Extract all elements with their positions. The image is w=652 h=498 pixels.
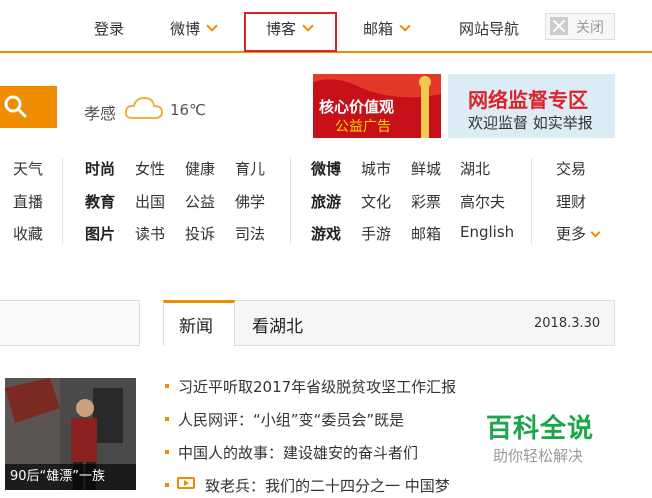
channel-study-abroad[interactable]: 出国 bbox=[135, 191, 165, 212]
chevron-down-icon bbox=[590, 227, 601, 238]
watermark-subtitle: 助你轻松解决 bbox=[493, 447, 584, 465]
channel-lottery[interactable]: 彩票 bbox=[411, 191, 441, 212]
highlight-box bbox=[244, 12, 337, 52]
login-link[interactable]: 登录 bbox=[94, 18, 124, 39]
weather-city[interactable]: 孝感 bbox=[84, 100, 116, 124]
chevron-down-icon bbox=[206, 20, 218, 32]
more-menu[interactable]: 更多 bbox=[556, 223, 601, 244]
channel-golf[interactable]: 高尔夫 bbox=[460, 191, 505, 212]
channel-favorites[interactable]: 收藏 bbox=[13, 223, 43, 244]
close-label: 关闭 bbox=[576, 20, 604, 36]
banner2-title: 网络监督专区 bbox=[468, 88, 588, 112]
channel-charity[interactable]: 公益 bbox=[185, 191, 215, 212]
video-icon bbox=[177, 477, 195, 489]
channel-trading[interactable]: 交易 bbox=[556, 158, 586, 179]
channel-fashion[interactable]: 时尚 bbox=[85, 158, 115, 179]
news-item[interactable]: 习近平听取2017年省级脱贫攻坚工作汇报 bbox=[178, 376, 456, 397]
channel-weibo[interactable]: 微博 bbox=[311, 158, 341, 179]
channel-complaints[interactable]: 投诉 bbox=[185, 223, 215, 244]
channel-mobile-games[interactable]: 手游 bbox=[361, 223, 391, 244]
tab-news[interactable]: 新闻 bbox=[179, 312, 213, 337]
channel-finance[interactable]: 理财 bbox=[556, 191, 586, 212]
left-panel-header bbox=[0, 300, 140, 346]
channel-education[interactable]: 教育 bbox=[85, 191, 115, 212]
column-divider bbox=[62, 158, 63, 244]
close-button[interactable]: 关闭 bbox=[545, 13, 615, 40]
watermark-title: 百科全说 bbox=[486, 414, 595, 444]
channel-live[interactable]: 直播 bbox=[13, 191, 43, 212]
tab-hubei[interactable]: 看湖北 bbox=[252, 312, 303, 337]
news-item[interactable]: 致老兵：我们的二十四分之一 中国梦 bbox=[205, 475, 450, 496]
mail-label: 邮箱 bbox=[363, 20, 394, 38]
weibo-menu[interactable]: 微博 bbox=[170, 18, 218, 39]
channel-weather[interactable]: 天气 bbox=[13, 158, 43, 179]
channel-reading[interactable]: 读书 bbox=[135, 223, 165, 244]
more-label: 更多 bbox=[556, 225, 587, 243]
close-icon bbox=[550, 17, 568, 35]
cloud-icon bbox=[124, 96, 164, 119]
search-button[interactable] bbox=[0, 86, 57, 128]
news-photo[interactable]: 90后“雄漂”一族 bbox=[5, 378, 136, 490]
bullet-icon bbox=[165, 417, 169, 421]
weibo-label: 微博 bbox=[170, 20, 201, 38]
weather-temperature: 16℃ bbox=[170, 101, 206, 119]
search-icon bbox=[4, 95, 27, 118]
bullet-icon bbox=[165, 483, 169, 487]
banner1-title: 核心价值观 bbox=[319, 98, 395, 116]
banner1-subtitle: 公益广告 bbox=[335, 119, 391, 135]
channel-travel[interactable]: 旅游 bbox=[311, 191, 341, 212]
photo-caption[interactable]: 90后“雄漂”一族 bbox=[5, 464, 136, 490]
chevron-down-icon bbox=[399, 20, 411, 32]
channel-culture[interactable]: 文化 bbox=[361, 191, 391, 212]
channel-justice[interactable]: 司法 bbox=[235, 223, 265, 244]
core-values-banner[interactable]: 核心价值观 公益广告 bbox=[313, 74, 441, 138]
channel-buddhism[interactable]: 佛学 bbox=[235, 191, 265, 212]
news-item[interactable]: 人民网评：“小组”变“委员会”既是 bbox=[178, 409, 404, 430]
column-divider bbox=[290, 158, 291, 244]
site-nav-link[interactable]: 网站导航 bbox=[459, 18, 519, 39]
supervision-banner[interactable]: 网络监督专区 欢迎监督 如实举报 bbox=[448, 74, 615, 138]
column-divider bbox=[531, 158, 532, 244]
channel-women[interactable]: 女性 bbox=[135, 158, 165, 179]
mail-menu[interactable]: 邮箱 bbox=[363, 18, 411, 39]
channel-city[interactable]: 城市 bbox=[361, 158, 391, 179]
channel-games[interactable]: 游戏 bbox=[311, 223, 341, 244]
channel-hubei[interactable]: 湖北 bbox=[460, 158, 490, 179]
channel-health[interactable]: 健康 bbox=[185, 158, 215, 179]
bullet-icon bbox=[165, 384, 169, 388]
channel-photos[interactable]: 图片 bbox=[85, 223, 115, 244]
news-date: 2018.3.30 bbox=[534, 316, 601, 331]
channel-mail[interactable]: 邮箱 bbox=[411, 223, 441, 244]
channel-fresh-city[interactable]: 鲜城 bbox=[411, 158, 441, 179]
banner2-subtitle: 欢迎监督 如实举报 bbox=[468, 114, 593, 132]
channel-english[interactable]: English bbox=[460, 223, 514, 241]
bullet-icon bbox=[165, 450, 169, 454]
news-item[interactable]: 中国人的故事：建设雄安的奋斗者们 bbox=[178, 442, 418, 463]
channel-parenting[interactable]: 育儿 bbox=[235, 158, 265, 179]
